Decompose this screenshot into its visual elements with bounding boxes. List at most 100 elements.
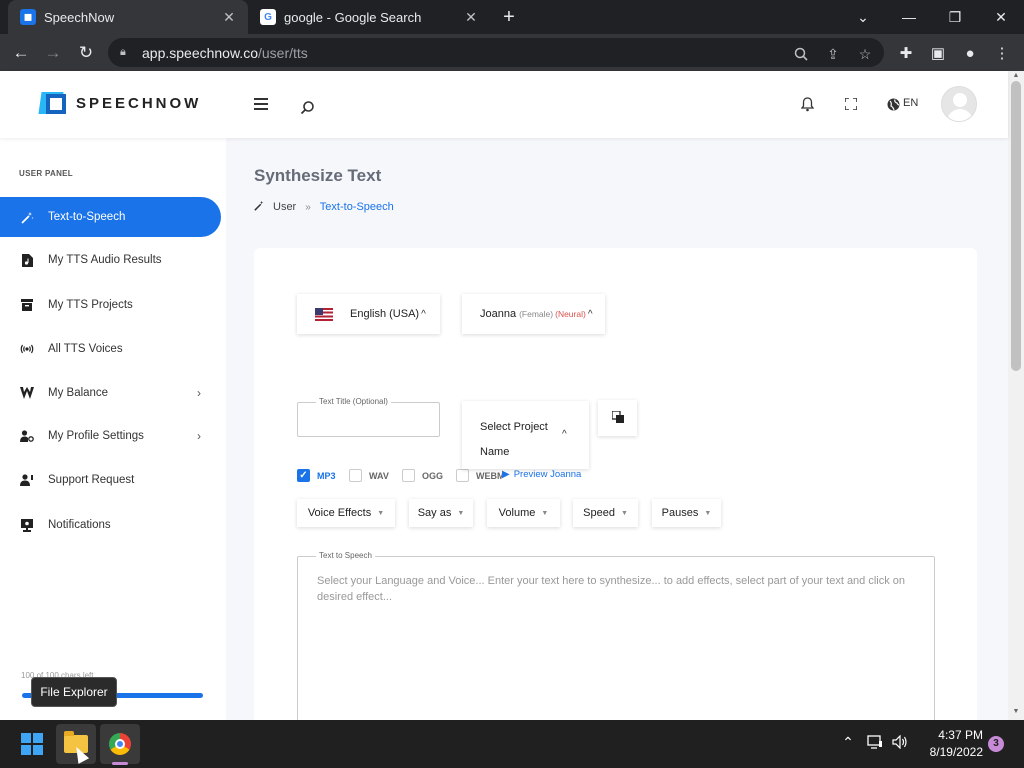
sidebar-item-profile-settings[interactable]: My Profile Settings › xyxy=(0,416,221,456)
chrome-menu-icon[interactable]: ⋮ xyxy=(991,42,1013,64)
sidebar-item-label: All TTS Voices xyxy=(48,343,123,355)
address-bar[interactable]: 🔒︎ app.speechnow.co/user/tts ⇪ ☆ xyxy=(108,38,884,67)
notification-count-badge[interactable]: 3 xyxy=(988,736,1004,752)
zoom-search-icon[interactable] xyxy=(792,45,810,63)
copy-icon xyxy=(610,409,624,426)
project-select-label: Select Project Name xyxy=(480,421,548,458)
scroll-down-icon[interactable]: ▼ xyxy=(1008,707,1024,717)
sidebar-item-label: Text-to-Speech xyxy=(48,211,126,223)
breadcrumb-current[interactable]: Text-to-Speech xyxy=(320,201,394,213)
format-label: OGG xyxy=(422,470,444,481)
hamburger-menu-icon[interactable] xyxy=(253,96,269,112)
voice-effects-dropdown[interactable]: Voice Effects ▼ xyxy=(297,499,395,527)
text-title-field[interactable]: Text Title (Optional) xyxy=(297,397,440,437)
sidebar-item-my-balance[interactable]: My Balance › xyxy=(0,373,221,413)
sidebar-item-label: My Profile Settings xyxy=(48,430,144,442)
breadcrumb: User » Text-to-Speech xyxy=(254,200,394,214)
voice-select[interactable]: Joanna (Female) (Neural) ^ xyxy=(462,294,605,334)
project-name-select[interactable]: Select Project Name ^ xyxy=(462,401,589,469)
sidebar-item-notifications[interactable]: Notifications xyxy=(0,505,221,545)
taskbar-chrome[interactable] xyxy=(100,724,140,764)
logo-mark-icon xyxy=(38,90,70,116)
taskbar-clock[interactable]: 4:37 PM 8/19/2022 xyxy=(917,727,983,761)
language-label[interactable]: EN xyxy=(903,97,918,109)
sidebar-item-text-to-speech[interactable]: Text-to-Speech xyxy=(0,197,221,237)
profile-icon[interactable]: ● xyxy=(959,42,981,64)
scroll-up-icon[interactable]: ▲ xyxy=(1008,71,1024,81)
magic-wand-icon xyxy=(254,200,265,214)
sidebar-item-tts-projects[interactable]: My TTS Projects xyxy=(0,285,221,325)
page-scrollbar[interactable]: ▲ ▼ xyxy=(1008,71,1024,720)
caret-up-icon: ^ xyxy=(587,308,593,320)
globe-icon[interactable] xyxy=(885,96,901,112)
tab-search-icon[interactable]: ⌄ xyxy=(840,0,886,34)
magic-wand-icon xyxy=(20,210,34,224)
extensions-icon[interactable]: ✚ xyxy=(895,42,917,64)
network-icon[interactable] xyxy=(866,734,884,750)
format-ogg-checkbox[interactable]: OGG xyxy=(402,469,443,482)
user-help-icon xyxy=(20,473,34,487)
voice-engine: (Neural) xyxy=(555,309,586,319)
check-icon: ✓ xyxy=(297,469,310,482)
restore-icon[interactable]: ❐ xyxy=(932,0,978,34)
dropdown-caret-icon: ▼ xyxy=(620,509,628,517)
checkbox-box xyxy=(456,469,469,482)
caret-up-icon: ^ xyxy=(562,429,567,440)
tab-speechnow[interactable]: ◼ SpeechNow ✕ xyxy=(8,0,248,34)
format-wav-checkbox[interactable]: WAV xyxy=(349,469,389,482)
sidebar-item-all-tts-voices[interactable]: All TTS Voices xyxy=(0,329,221,369)
effect-label: Voice Effects xyxy=(307,507,372,519)
fullscreen-icon[interactable] xyxy=(843,96,859,112)
play-icon: ▶ xyxy=(502,469,510,480)
text-to-speech-textarea[interactable]: Text to Speech Select your Language and … xyxy=(297,551,935,720)
app-header: SPEECHNOW EN xyxy=(0,71,1008,138)
pauses-dropdown[interactable]: Pauses ▼ xyxy=(652,499,721,527)
running-indicator xyxy=(112,762,128,765)
wallet-icon xyxy=(20,386,34,400)
text-title-label: Text Title (Optional) xyxy=(316,397,391,406)
preview-voice-button[interactable]: ▶ Preview Joanna xyxy=(502,467,584,482)
user-panel-label: USER PANEL xyxy=(19,169,73,178)
windows-logo-icon xyxy=(21,733,43,755)
speechnow-favicon-icon: ◼ xyxy=(20,9,36,25)
bookmark-star-icon[interactable]: ☆ xyxy=(856,45,874,63)
file-explorer-tooltip: File Explorer xyxy=(31,677,117,707)
format-mp3-checkbox[interactable]: ✓ MP3 xyxy=(297,469,336,482)
format-webm-checkbox[interactable]: WEBM xyxy=(456,469,505,482)
start-button[interactable] xyxy=(12,724,52,764)
clock-date: 8/19/2022 xyxy=(929,745,983,759)
reload-icon[interactable]: ↻ xyxy=(73,40,99,66)
new-tab-button[interactable]: + xyxy=(498,6,520,28)
tab-close-icon[interactable]: ✕ xyxy=(218,9,240,26)
speechnow-logo[interactable]: SPEECHNOW xyxy=(38,90,202,116)
text-title-input[interactable] xyxy=(304,409,432,431)
tab-google-search[interactable]: G google - Google Search ✕ xyxy=(250,0,490,34)
search-icon[interactable] xyxy=(299,99,315,115)
chrome-icon xyxy=(109,733,131,755)
language-select[interactable]: English (USA) ^ xyxy=(297,294,440,334)
share-icon[interactable]: ⇪ xyxy=(824,45,842,63)
minimize-icon[interactable]: — xyxy=(886,0,932,34)
breadcrumb-root[interactable]: User xyxy=(273,201,296,213)
scroll-thumb[interactable] xyxy=(1011,81,1021,371)
caret-up-icon: ^ xyxy=(421,308,426,320)
sidebar-item-label: My TTS Audio Results xyxy=(48,254,162,266)
sidebar-item-tts-audio-results[interactable]: My TTS Audio Results xyxy=(0,240,221,280)
forward-icon[interactable]: → xyxy=(40,40,66,66)
close-window-icon[interactable]: ✕ xyxy=(978,0,1024,34)
tab-close-icon[interactable]: ✕ xyxy=(460,9,482,26)
bell-icon[interactable] xyxy=(799,96,815,112)
side-panel-icon[interactable]: ▣ xyxy=(927,42,949,64)
speed-dropdown[interactable]: Speed ▼ xyxy=(573,499,638,527)
checkbox-box xyxy=(402,469,415,482)
sidebar-item-support-request[interactable]: Support Request xyxy=(0,460,221,500)
browser-toolbar: ← → ↻ 🔒︎ app.speechnow.co/user/tts ⇪ ☆ ✚… xyxy=(0,34,1024,71)
say-as-dropdown[interactable]: Say as ▼ xyxy=(409,499,473,527)
copy-button[interactable] xyxy=(598,400,637,436)
logo-text: SPEECHNOW xyxy=(76,94,202,112)
volume-dropdown[interactable]: Volume ▼ xyxy=(487,499,560,527)
back-icon[interactable]: ← xyxy=(8,40,34,66)
user-avatar[interactable] xyxy=(941,86,977,122)
tray-overflow-chevron-icon[interactable]: ⌃ xyxy=(840,734,856,750)
volume-icon[interactable] xyxy=(891,734,909,750)
